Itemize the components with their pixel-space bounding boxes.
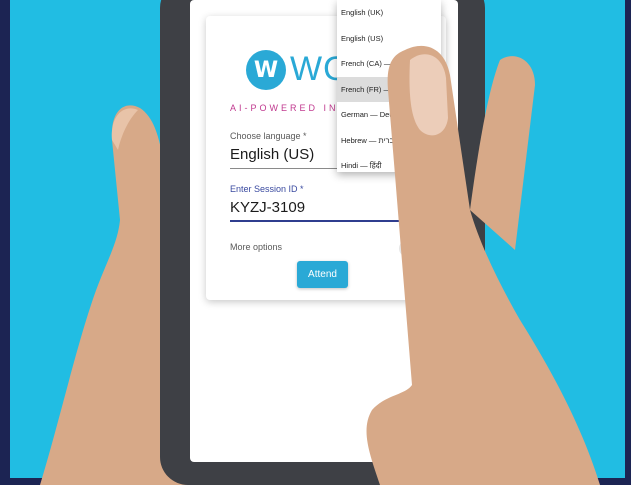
right-hand-illustration [366,45,600,485]
video-frame: W WORDLY AI-POWERED INTERPRETATION Choos… [0,0,631,485]
